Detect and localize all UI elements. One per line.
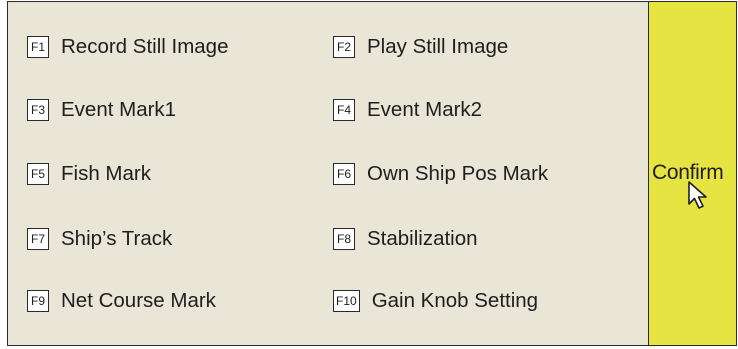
menu-item-f6[interactable]: F6 Own Ship Pos Mark bbox=[333, 162, 548, 186]
f7-key-badge: F7 bbox=[27, 228, 49, 250]
confirm-button[interactable]: Confirm bbox=[649, 2, 736, 345]
menu-item-f1[interactable]: F1 Record Still Image bbox=[27, 35, 228, 59]
menu-item-label: Fish Mark bbox=[61, 162, 151, 185]
menu-item-label: Record Still Image bbox=[61, 35, 229, 58]
menu-item-label: Gain Knob Setting bbox=[371, 289, 539, 312]
menu-item-f9[interactable]: F9 Net Course Mark bbox=[27, 289, 216, 313]
arrow-pointer-icon bbox=[688, 181, 707, 209]
f10-key-badge: F10 bbox=[333, 290, 360, 312]
menu-item-label: Event Mark1 bbox=[61, 98, 177, 121]
menu-item-f2[interactable]: F2 Play Still Image bbox=[333, 35, 508, 59]
f5-key-badge: F5 bbox=[27, 163, 49, 185]
f4-key-badge: F4 bbox=[333, 99, 355, 121]
f9-key-badge: F9 bbox=[27, 290, 49, 312]
f1-key-badge: F1 bbox=[27, 36, 49, 58]
function-key-menu: F1 Record Still Image F2 Play Still Imag… bbox=[8, 2, 648, 345]
menu-item-label: Stabilization bbox=[367, 227, 478, 250]
menu-item-label: Play Still Image bbox=[367, 35, 509, 58]
menu-item-label: Net Course Mark bbox=[61, 289, 216, 312]
menu-item-f7[interactable]: F7 Ship’s Track bbox=[27, 227, 172, 251]
function-key-dialog: F1 Record Still Image F2 Play Still Imag… bbox=[7, 1, 737, 346]
menu-item-label: Event Mark2 bbox=[367, 98, 483, 121]
menu-item-f8[interactable]: F8 Stabilization bbox=[333, 227, 478, 251]
menu-item-f10[interactable]: F10 Gain Knob Setting bbox=[333, 289, 538, 313]
f8-key-badge: F8 bbox=[333, 228, 355, 250]
f2-key-badge: F2 bbox=[333, 36, 355, 58]
menu-item-f4[interactable]: F4 Event Mark2 bbox=[333, 98, 482, 122]
menu-item-f3[interactable]: F3 Event Mark1 bbox=[27, 98, 176, 122]
f3-key-badge: F3 bbox=[27, 99, 49, 121]
menu-item-label: Own Ship Pos Mark bbox=[367, 162, 549, 185]
f6-key-badge: F6 bbox=[333, 163, 355, 185]
menu-item-label: Ship’s Track bbox=[61, 227, 173, 250]
menu-item-f5[interactable]: F5 Fish Mark bbox=[27, 162, 151, 186]
